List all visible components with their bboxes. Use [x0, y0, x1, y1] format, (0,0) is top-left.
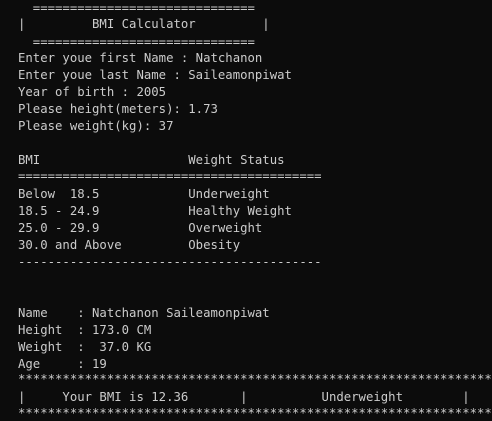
- bmi-table-header: BMI Weight Status: [18, 153, 285, 167]
- result-weight: Weight : 37.0 KG: [18, 340, 152, 354]
- header-border-top: ==============================: [18, 1, 255, 15]
- result-border-bottom: ****************************************…: [18, 406, 492, 420]
- weight-prompt: Please weight(kg): 37: [18, 119, 174, 133]
- bmi-table-row: 18.5 - 24.9 Healthy Weight: [18, 204, 292, 218]
- bmi-table-footer: ----------------------------------------…: [18, 255, 322, 269]
- bmi-table-row: Below 18.5 Underweight: [18, 187, 270, 201]
- birth-year-prompt: Year of birth : 2005: [18, 85, 167, 99]
- header-border-bottom: ==============================: [18, 35, 255, 49]
- last-name-prompt: Enter youe last Name : Saileamonpiwat: [18, 68, 292, 82]
- terminal-window: ============================== | BMI Cal…: [0, 0, 492, 421]
- result-summary: | Your BMI is 12.36 | Underweight |: [18, 390, 470, 404]
- bmi-table-row: 25.0 - 29.9 Overweight: [18, 221, 263, 235]
- result-name: Name : Natchanon Saileamonpiwat: [18, 306, 270, 320]
- first-name-prompt: Enter youe first Name : Natchanon: [18, 51, 263, 65]
- header-title: | BMI Calculator |: [18, 17, 270, 31]
- result-height: Height : 173.0 CM: [18, 323, 152, 337]
- bmi-table-row: 30.0 and Above Obesity: [18, 238, 241, 252]
- bmi-table-divider: ========================================…: [18, 169, 322, 183]
- height-prompt: Please height(meters): 1.73: [18, 102, 218, 116]
- result-border-top: ****************************************…: [18, 372, 492, 386]
